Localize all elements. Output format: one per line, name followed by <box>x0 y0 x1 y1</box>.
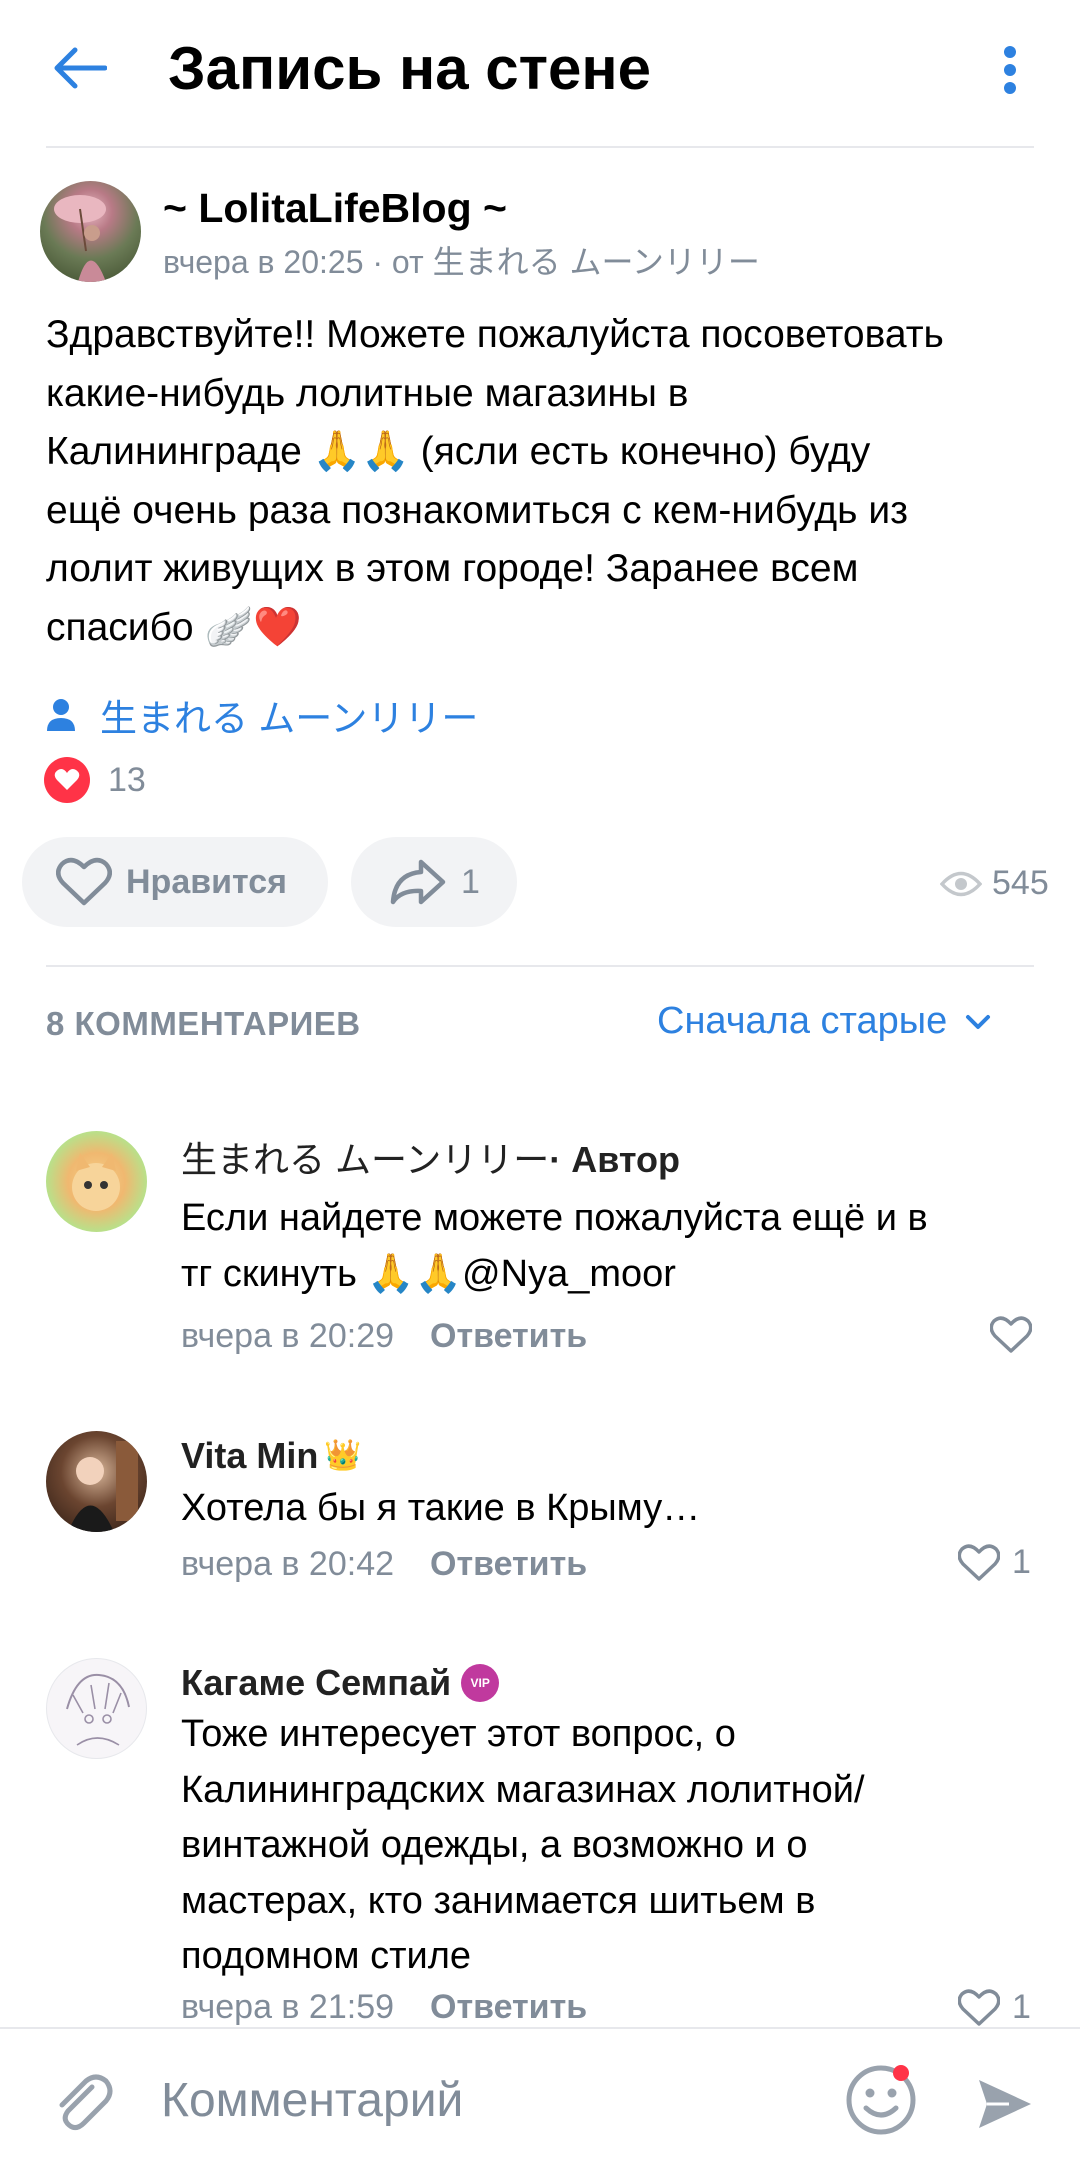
post-signer[interactable]: 生まれる ムーンリリー <box>46 692 478 739</box>
comment-avatar[interactable] <box>46 1658 147 1759</box>
heart-filled-icon <box>44 757 90 803</box>
comment-footer: вчера в 21:59 Ответить <box>181 1988 587 2027</box>
anime-sketch-image <box>66 1673 130 1746</box>
comment-text: Если найдете можете пожалуйста ещё и в т… <box>181 1197 928 1295</box>
comment-text: Тоже интересует этот вопрос, о Калинингр… <box>181 1713 865 1977</box>
sort-label: Сначала старые <box>657 1000 948 1042</box>
comment-input[interactable]: Комментарий <box>161 2073 463 2128</box>
comment-header: 生まれる ムーンリリー · Автор <box>181 1138 680 1182</box>
notification-dot <box>893 2065 909 2081</box>
comment-avatar[interactable] <box>46 1431 147 1532</box>
comment-like-count: 1 <box>1012 1543 1031 1581</box>
arrow-left-icon <box>54 47 107 89</box>
heart-outline-icon <box>958 1543 1000 1581</box>
like-label: Нравится <box>126 862 287 901</box>
comment-footer: вчера в 20:29 Ответить <box>181 1317 587 1356</box>
comment-like-button[interactable]: 1 <box>958 1988 1031 2027</box>
comment-composer: Комментарий <box>0 2027 1080 2167</box>
comments-count-header: 8 КОММЕНТАРИЕВ <box>46 1005 361 1042</box>
post-divider <box>46 965 1034 967</box>
reply-button[interactable]: Ответить <box>430 1317 587 1356</box>
top-bar: Запись на стене <box>0 0 1080 147</box>
comment-author[interactable]: Кагаме Семпай <box>181 1661 451 1705</box>
author-badge: · Автор <box>549 1139 680 1180</box>
comment-like-button[interactable] <box>990 1316 1032 1354</box>
comment-time: вчера в 21:59 <box>181 1988 395 2026</box>
send-button[interactable] <box>975 2074 1035 2139</box>
kitten-image <box>72 1153 120 1211</box>
heart-outline-icon <box>958 1988 1000 2026</box>
comment-avatar[interactable] <box>46 1131 147 1232</box>
reply-button[interactable]: Ответить <box>430 1988 587 2027</box>
like-button[interactable]: Нравится <box>22 837 328 927</box>
post-text: Здравствуйте!! Можете пожалуйста посовет… <box>46 313 944 649</box>
comment-author[interactable]: Vita Min <box>181 1434 318 1478</box>
more-options-button[interactable] <box>990 40 1030 100</box>
crown-icon: 👑 <box>324 1439 362 1472</box>
attach-button[interactable] <box>48 2069 114 2140</box>
views-count: 545 <box>992 864 1049 902</box>
heart-outline-icon <box>990 1316 1032 1353</box>
page-title: Запись на стене <box>168 35 652 102</box>
comment-time: вчера в 20:29 <box>181 1317 395 1355</box>
post-author-name[interactable]: ~ LolitaLifeBlog ~ <box>163 184 507 232</box>
more-vertical-icon <box>1004 46 1016 94</box>
back-button[interactable] <box>44 38 114 98</box>
share-count: 1 <box>461 862 480 901</box>
comment-like-button[interactable]: 1 <box>958 1543 1031 1582</box>
comment-time: вчера в 20:42 <box>181 1545 395 1583</box>
avatar-image <box>54 195 106 282</box>
likes-summary[interactable]: 13 <box>44 756 146 804</box>
paperclip-icon <box>59 2074 113 2131</box>
share-arrow-icon <box>390 859 446 905</box>
likes-count: 13 <box>108 760 146 799</box>
share-button[interactable]: 1 <box>351 837 517 927</box>
signer-name: 生まれる ムーンリリー <box>100 698 479 739</box>
post-author-avatar[interactable] <box>40 181 141 282</box>
views-counter: 545 <box>940 864 1049 903</box>
comment-author[interactable]: 生まれる ムーンリリー <box>181 1138 549 1182</box>
comment-footer: вчера в 20:42 Ответить <box>181 1545 587 1584</box>
comment-header: Кагаме Семпай VIP <box>181 1661 500 1705</box>
portrait-image <box>68 1441 138 1532</box>
chevron-down-icon <box>966 1014 991 1029</box>
user-icon <box>47 699 75 731</box>
post-meta: вчера в 20:25 · от 生まれる ムーンリリー <box>163 244 760 280</box>
comment-header: Vita Min 👑 <box>181 1434 362 1478</box>
send-icon <box>979 2080 1031 2128</box>
comment-text: Хотела бы я такие в Крыму… <box>181 1487 701 1529</box>
heart-outline-icon <box>56 857 112 906</box>
eye-icon <box>940 871 982 896</box>
sort-comments-button[interactable]: Сначала старые <box>657 1000 991 1043</box>
header-divider <box>46 146 1034 148</box>
comment-like-count: 1 <box>1012 1988 1031 2026</box>
vip-badge-icon: VIP <box>461 1664 500 1702</box>
reply-button[interactable]: Ответить <box>430 1545 587 1584</box>
